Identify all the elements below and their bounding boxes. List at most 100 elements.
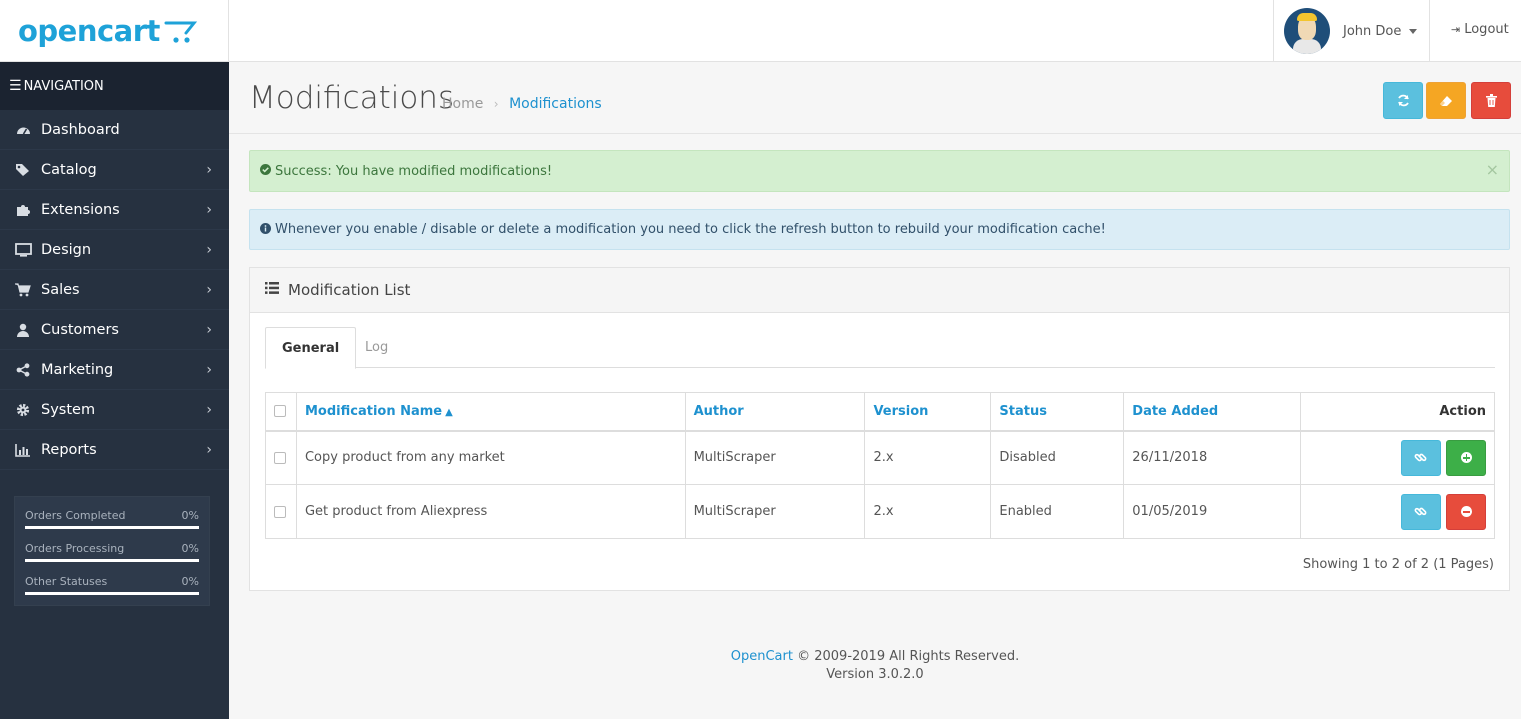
cell-actions — [1300, 430, 1495, 485]
user-menu[interactable]: John Doe — [1273, 0, 1430, 62]
progress-bar — [25, 592, 199, 595]
cart-icon — [14, 282, 32, 297]
disable-button[interactable] — [1446, 493, 1486, 530]
enable-button[interactable] — [1446, 439, 1486, 476]
select-all-cell — [265, 392, 297, 432]
footer-brand-link[interactable]: OpenCart — [731, 649, 793, 664]
cell-version: 2.x — [864, 484, 992, 539]
column-header-date-added[interactable]: Date Added — [1123, 392, 1302, 432]
sidebar-item-marketing[interactable]: Marketing › — [0, 350, 229, 390]
stat-value: 0% — [181, 509, 199, 522]
sign-out-icon: ⇥ — [1451, 23, 1461, 36]
footer-version: Version 3.0.2.0 — [826, 667, 924, 682]
link-button[interactable] — [1400, 439, 1441, 476]
user-name: John Doe — [1343, 23, 1402, 39]
select-all-checkbox[interactable] — [274, 405, 286, 418]
info-message: Whenever you enable / disable or delete … — [275, 222, 1106, 237]
cell-date-added: 01/05/2019 — [1123, 484, 1302, 539]
eraser-icon — [1440, 95, 1452, 106]
chevron-right-icon: › — [206, 242, 212, 258]
logo[interactable]: opencart — [0, 0, 229, 62]
chevron-right-icon: › — [206, 162, 212, 178]
breadcrumb-current[interactable]: Modifications — [509, 96, 602, 112]
pagination-info: Showing 1 to 2 of 2 (1 Pages) — [1302, 557, 1494, 572]
sidebar-item-label: Customers — [41, 321, 119, 338]
cell-date-added: 26/11/2018 — [1123, 430, 1302, 485]
row-checkbox[interactable] — [274, 505, 286, 518]
puzzle-icon — [14, 203, 32, 217]
logo-text: opencart — [18, 14, 160, 48]
chevron-right-icon: › — [206, 402, 212, 418]
caret-down-icon — [1409, 28, 1418, 34]
column-header-name[interactable]: Modification Name ▲ — [295, 392, 686, 432]
bar-chart-icon — [14, 443, 32, 457]
chevron-right-icon: › — [206, 362, 212, 378]
cell-author: MultiScraper — [684, 484, 866, 539]
progress-bar — [25, 526, 199, 529]
progress-bar — [25, 559, 199, 562]
sidebar-item-design[interactable]: Design › — [0, 230, 229, 270]
avatar — [1284, 8, 1330, 54]
chevron-right-icon: › — [206, 282, 212, 298]
cell-status: Disabled — [990, 430, 1125, 485]
link-button[interactable] — [1400, 493, 1441, 530]
sidebar-item-label: System — [41, 401, 96, 418]
desktop-icon — [14, 242, 32, 257]
sidebar-item-dashboard[interactable]: Dashboard — [0, 110, 229, 150]
breadcrumb-home[interactable]: Home — [442, 96, 483, 112]
plus-circle-icon — [1460, 452, 1472, 464]
table-row: Get product from Aliexpress MultiScraper… — [265, 484, 1495, 539]
cell-status: Enabled — [990, 484, 1125, 539]
logout-link[interactable]: ⇥ Logout — [1451, 22, 1509, 37]
tab-bar: General Log — [265, 327, 1495, 369]
table-row: Copy product from any market MultiScrape… — [265, 430, 1495, 485]
cell-actions — [1300, 484, 1495, 539]
sidebar-item-catalog[interactable]: Catalog › — [0, 150, 229, 190]
cart-logo-icon — [164, 21, 198, 43]
panel-title: Modification List — [288, 281, 411, 299]
close-icon[interactable]: × — [1486, 160, 1499, 179]
main-content: Modifications Home › Modifications Succe… — [229, 62, 1521, 719]
tab-log[interactable]: Log — [349, 327, 404, 368]
list-icon — [265, 282, 279, 298]
gear-icon — [14, 403, 32, 417]
breadcrumb-separator: › — [493, 97, 499, 111]
column-header-author[interactable]: Author — [684, 392, 866, 432]
sidebar: ☰ NAVIGATION Dashboard Catalog › Extensi… — [0, 62, 229, 719]
tab-general[interactable]: General — [265, 327, 357, 369]
sidebar-item-label: Dashboard — [41, 121, 120, 138]
sidebar-item-reports[interactable]: Reports › — [0, 430, 229, 470]
chevron-right-icon: › — [206, 442, 212, 458]
info-alert: Whenever you enable / disable or delete … — [249, 209, 1510, 250]
stat-orders-completed: Orders Completed 0% — [25, 507, 199, 540]
sidebar-item-label: Extensions — [41, 201, 120, 218]
sidebar-item-customers[interactable]: Customers › — [0, 310, 229, 350]
cell-version: 2.x — [864, 430, 992, 485]
nav-title: NAVIGATION — [23, 78, 104, 94]
success-alert: Success: You have modified modifications… — [249, 150, 1510, 192]
delete-button[interactable] — [1471, 82, 1511, 119]
stat-label: Orders Processing — [25, 542, 125, 555]
modification-list-panel: Modification List General Log Modificati… — [249, 267, 1510, 591]
column-header-status[interactable]: Status — [990, 392, 1125, 432]
sidebar-item-label: Reports — [41, 441, 97, 458]
sidebar-item-system[interactable]: System › — [0, 390, 229, 430]
column-header-version[interactable]: Version — [864, 392, 992, 432]
sidebar-item-extensions[interactable]: Extensions › — [0, 190, 229, 230]
stat-label: Other Statuses — [25, 575, 108, 588]
clear-button[interactable] — [1426, 82, 1466, 119]
sidebar-item-sales[interactable]: Sales › — [0, 270, 229, 310]
cell-author: MultiScraper — [684, 430, 866, 485]
minus-circle-icon — [1460, 506, 1472, 517]
stat-value: 0% — [181, 542, 199, 555]
refresh-button[interactable] — [1383, 82, 1423, 119]
nav-header: ☰ NAVIGATION — [0, 62, 229, 110]
share-icon — [14, 362, 32, 377]
top-header: opencart John Doe ⇥ Logout — [0, 0, 1521, 62]
link-icon — [1414, 507, 1427, 516]
trash-icon — [1485, 94, 1497, 107]
page-header: Modifications Home › Modifications — [229, 62, 1521, 134]
row-checkbox[interactable] — [274, 451, 286, 464]
cell-name: Get product from Aliexpress — [295, 484, 686, 539]
order-stats: Orders Completed 0% Orders Processing 0%… — [14, 496, 210, 606]
